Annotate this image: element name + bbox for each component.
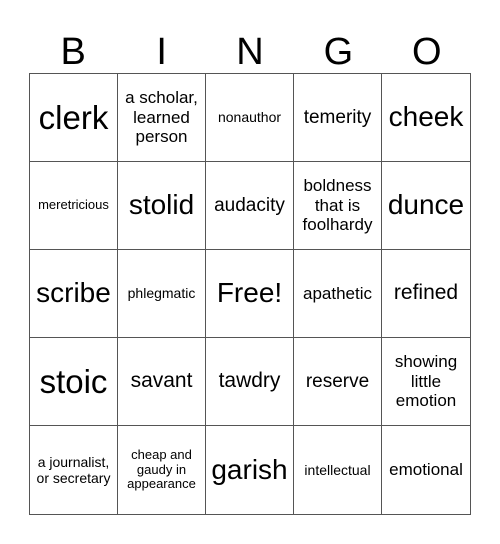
bingo-cell[interactable]: stoic: [30, 338, 118, 426]
bingo-cell[interactable]: meretricious: [30, 162, 118, 250]
bingo-cell[interactable]: audacity: [206, 162, 294, 250]
bingo-card-grid: clerk a scholar, learned person nonautho…: [29, 73, 471, 515]
bingo-cell[interactable]: boldness that is foolhardy: [294, 162, 382, 250]
bingo-cell[interactable]: reserve: [294, 338, 382, 426]
bingo-cell[interactable]: scribe: [30, 250, 118, 338]
header-letter-i: I: [156, 31, 167, 73]
bingo-header: B I N G O: [29, 30, 471, 74]
bingo-cell[interactable]: garish: [206, 426, 294, 514]
bingo-cell[interactable]: stolid: [118, 162, 206, 250]
header-letter-g: G: [323, 31, 354, 73]
bingo-cell[interactable]: a journalist, or secretary: [30, 426, 118, 514]
bingo-cell[interactable]: nonauthor: [206, 74, 294, 162]
bingo-cell[interactable]: refined: [382, 250, 470, 338]
bingo-cell[interactable]: a scholar, learned person: [118, 74, 206, 162]
bingo-cell[interactable]: phlegmatic: [118, 250, 206, 338]
free-space-cell[interactable]: Free!: [206, 250, 294, 338]
bingo-cell[interactable]: cheap and gaudy in appearance: [118, 426, 206, 514]
bingo-cell[interactable]: apathetic: [294, 250, 382, 338]
bingo-cell[interactable]: clerk: [30, 74, 118, 162]
bingo-cell[interactable]: tawdry: [206, 338, 294, 426]
bingo-cell[interactable]: emotional: [382, 426, 470, 514]
bingo-cell[interactable]: savant: [118, 338, 206, 426]
header-letter-o: O: [412, 31, 442, 73]
bingo-cell[interactable]: showing little emotion: [382, 338, 470, 426]
bingo-cell[interactable]: temerity: [294, 74, 382, 162]
bingo-cell[interactable]: dunce: [382, 162, 470, 250]
bingo-cell[interactable]: intellectual: [294, 426, 382, 514]
bingo-cell[interactable]: cheek: [382, 74, 470, 162]
header-letter-b: B: [60, 31, 86, 73]
header-letter-n: N: [236, 31, 264, 73]
